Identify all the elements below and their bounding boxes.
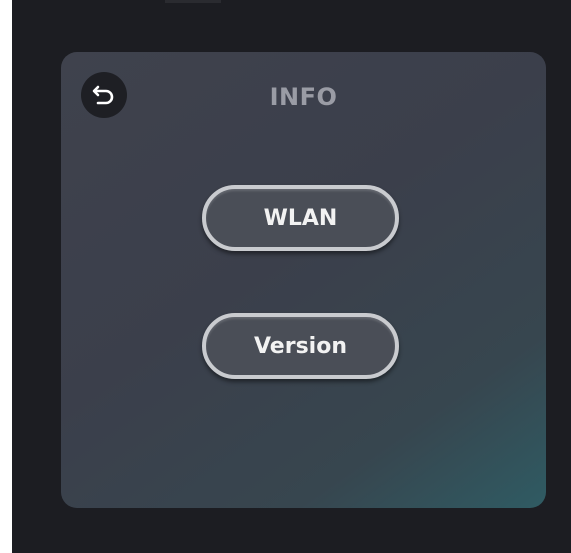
wlan-button-label: WLAN <box>263 205 338 231</box>
version-button[interactable]: Version <box>202 313 399 379</box>
device-screen: INFO WLAN Version <box>12 0 571 553</box>
version-button-label: Version <box>253 333 347 359</box>
info-panel: INFO WLAN Version <box>61 52 546 508</box>
wlan-button[interactable]: WLAN <box>202 185 399 251</box>
page-title: INFO <box>269 83 338 111</box>
top-edge-fragment <box>165 0 221 3</box>
